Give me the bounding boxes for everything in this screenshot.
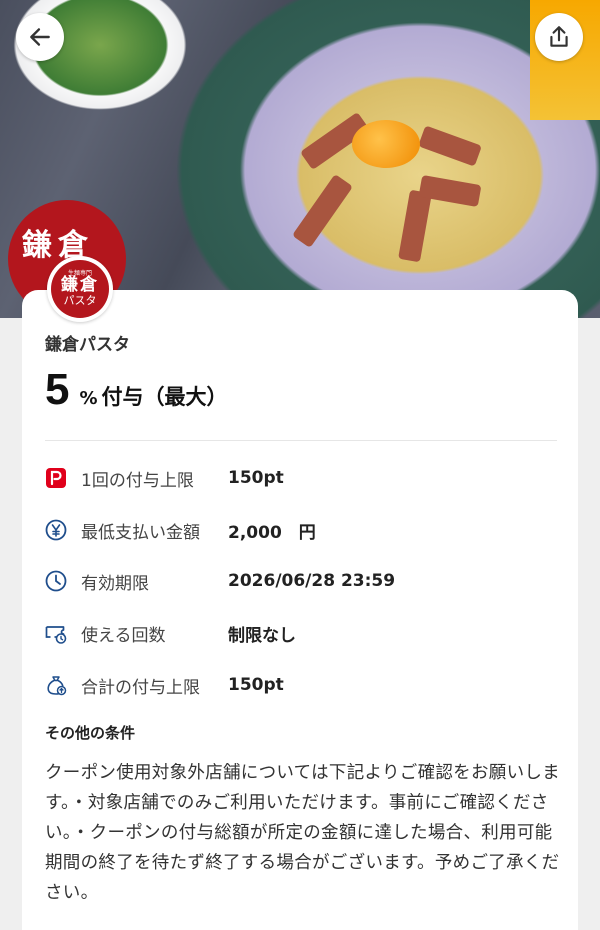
money-bag-icon <box>45 674 67 696</box>
logo-main-text: 鎌倉 <box>61 275 99 296</box>
merchant-name: 鎌倉パスタ <box>45 335 130 355</box>
detail-label: 有効期限 <box>81 573 149 594</box>
clock-icon <box>45 570 67 592</box>
reward-rate-unit: % <box>79 388 98 409</box>
logo-small-text: 生麺専門 <box>67 270 92 278</box>
detail-row-min-payment: 最低支払い金額 2,000 円 <box>45 515 316 545</box>
reward-rate: 5 % 付与（最大） <box>45 365 228 415</box>
detail-label: 1回の付与上限 <box>81 470 194 491</box>
detail-row-per-use-limit: 1回の付与上限 150pt <box>45 463 284 493</box>
paypay-p-icon <box>45 467 67 489</box>
logo-sub-text: パスタ <box>63 294 97 308</box>
detail-row-usage-count: 使える回数 制限なし <box>45 618 296 648</box>
ticket-count-icon <box>45 622 67 644</box>
share-button[interactable] <box>535 13 583 61</box>
merchant-logo: 生麺専門 鎌倉 パスタ <box>47 256 113 322</box>
reward-rate-label: 付与（最大） <box>101 385 228 409</box>
share-icon <box>546 24 572 50</box>
detail-label: 最低支払い金額 <box>81 522 200 543</box>
divider <box>45 440 557 441</box>
arrow-left-icon <box>27 24 53 50</box>
detail-label: 合計の付与上限 <box>81 677 200 698</box>
detail-value: 150pt <box>228 468 284 488</box>
detail-value: 150pt <box>228 675 284 695</box>
detail-row-total-limit: 合計の付与上限 150pt <box>45 670 284 700</box>
egg-yolk <box>352 120 420 168</box>
detail-value: 2,000 円 <box>228 522 316 543</box>
detail-label: 使える回数 <box>81 625 166 646</box>
back-button[interactable] <box>16 13 64 61</box>
conditions-body: クーポン使用対象外店舗については下記よりご確認をお願いします。・対象店舗でのみご… <box>45 763 560 903</box>
reward-rate-number: 5 <box>45 365 70 414</box>
conditions-title: その他の条件 <box>45 724 136 742</box>
detail-row-expiry: 有効期限 2026/06/28 23:59 <box>45 566 395 596</box>
yen-coin-icon <box>45 519 67 541</box>
detail-value: 2026/06/28 23:59 <box>228 571 396 591</box>
detail-value: 制限なし <box>228 625 296 646</box>
